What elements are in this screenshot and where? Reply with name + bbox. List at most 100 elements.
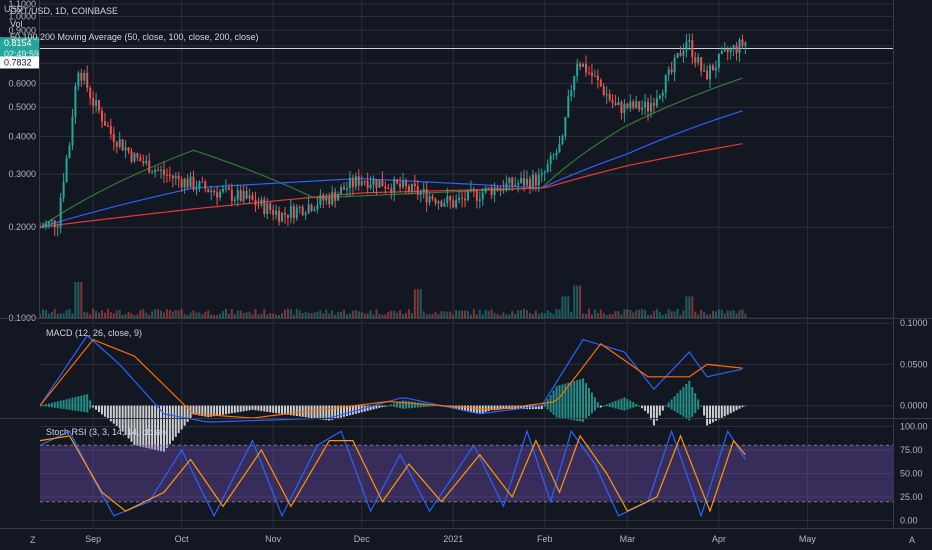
candle-body bbox=[160, 169, 163, 171]
volume-bar bbox=[168, 309, 171, 318]
volume-bar bbox=[564, 296, 567, 318]
candle-body bbox=[257, 204, 260, 206]
candle-body bbox=[552, 155, 555, 157]
volume-bar bbox=[632, 312, 635, 318]
chart-canvas[interactable]: 1.10001.00000.90000.80000.70000.60000.50… bbox=[0, 0, 932, 550]
volume-bar bbox=[281, 313, 284, 318]
macd-histogram-bar bbox=[219, 405, 222, 416]
volume-bar bbox=[611, 313, 614, 318]
macd-histogram-bar bbox=[726, 405, 729, 415]
volume-bar bbox=[661, 314, 664, 318]
candle-body bbox=[410, 183, 413, 192]
macd-histogram-bar bbox=[177, 405, 180, 434]
candle-body bbox=[546, 164, 549, 172]
candle-body bbox=[142, 161, 145, 164]
candle-body bbox=[224, 187, 227, 190]
auto-scale-button[interactable]: A bbox=[909, 535, 915, 545]
candle-body bbox=[298, 206, 301, 208]
candle-body bbox=[481, 192, 484, 200]
volume-bar bbox=[670, 311, 673, 318]
volume-bar bbox=[59, 313, 62, 318]
macd-histogram-bar bbox=[647, 405, 650, 414]
macd-histogram-bar bbox=[269, 405, 272, 413]
candle-body bbox=[168, 175, 171, 177]
volume-bar bbox=[174, 310, 177, 318]
volume-bar bbox=[100, 310, 103, 318]
volume-bar bbox=[691, 296, 694, 318]
candle-body bbox=[118, 139, 121, 147]
macd-histogram-bar bbox=[310, 405, 313, 419]
macd-histogram-bar bbox=[65, 399, 68, 410]
macd-histogram-bar bbox=[171, 405, 174, 441]
candle-body bbox=[198, 181, 201, 189]
symbol-title: OXT/USD, 1D, COINBASE bbox=[10, 6, 118, 16]
timezone-button[interactable]: Z bbox=[30, 535, 36, 545]
macd-histogram-bar bbox=[620, 398, 623, 410]
price-tick-label: 0.4000 bbox=[8, 131, 36, 141]
volume-bar bbox=[452, 314, 455, 318]
candle-body bbox=[425, 188, 428, 203]
candle-body bbox=[109, 126, 112, 134]
volume-bar bbox=[80, 282, 83, 318]
time-tick-label: Mar bbox=[620, 534, 636, 544]
macd-histogram-bar bbox=[644, 405, 647, 411]
volume-bar bbox=[682, 310, 685, 318]
volume-bar bbox=[157, 309, 160, 318]
volume-bar bbox=[461, 310, 464, 318]
volume-bar bbox=[254, 309, 257, 318]
candle-body bbox=[419, 192, 422, 195]
candle-body bbox=[511, 177, 514, 186]
candle-body bbox=[402, 180, 405, 188]
volume-bar bbox=[242, 312, 245, 318]
macd-histogram-bar bbox=[213, 405, 216, 417]
volume-bar bbox=[555, 309, 558, 318]
candle-body bbox=[139, 157, 142, 162]
candle-body bbox=[337, 194, 340, 201]
macd-histogram-bar bbox=[469, 405, 472, 413]
macd-histogram-bar bbox=[688, 380, 691, 421]
candle-body bbox=[629, 101, 632, 109]
volume-bar bbox=[151, 311, 154, 318]
candle-body bbox=[484, 187, 487, 193]
volume-bar bbox=[148, 314, 151, 318]
candle-body bbox=[216, 192, 219, 198]
candle-body bbox=[711, 65, 714, 71]
macd-histogram-bar bbox=[168, 405, 171, 445]
candle-body bbox=[658, 95, 661, 99]
volume-bar bbox=[685, 296, 688, 318]
macd-histogram-bar bbox=[106, 405, 109, 419]
time-tick-label: May bbox=[799, 534, 817, 544]
macd-histogram-bar bbox=[661, 405, 664, 411]
volume-bar bbox=[44, 310, 47, 318]
candle-body bbox=[384, 186, 387, 189]
candle-body bbox=[502, 188, 505, 191]
candle-body bbox=[381, 180, 384, 187]
price-tick-label: 0.2000 bbox=[8, 222, 36, 232]
candle-body bbox=[65, 157, 68, 182]
candle-body bbox=[605, 94, 608, 96]
candle-body bbox=[579, 63, 582, 67]
candle-body bbox=[458, 197, 461, 201]
macd-histogram-bar bbox=[493, 405, 496, 410]
volume-bar bbox=[526, 310, 529, 318]
candle-body bbox=[422, 188, 425, 193]
macd-histogram-bar bbox=[351, 405, 354, 415]
volume-bar bbox=[531, 314, 534, 318]
macd-histogram-bar bbox=[251, 405, 254, 410]
volume-bar bbox=[68, 309, 71, 318]
candle-body bbox=[62, 181, 65, 198]
candle-body bbox=[360, 181, 363, 186]
volume-bar bbox=[219, 313, 222, 318]
candle-body bbox=[331, 191, 334, 205]
macd-histogram-bar bbox=[233, 405, 236, 413]
candle-body bbox=[130, 151, 133, 162]
macd-histogram-bar bbox=[86, 394, 89, 413]
volume-bar bbox=[537, 314, 540, 318]
time-axis[interactable]: Sep Oct Nov Dec 2021 Feb Mar Apr May bbox=[0, 528, 932, 550]
candle-body bbox=[673, 57, 676, 73]
volume-bar bbox=[738, 310, 741, 318]
macd-histogram-bar bbox=[590, 392, 593, 414]
candle-body bbox=[53, 220, 56, 228]
candle-body bbox=[245, 190, 248, 199]
macd-histogram-bar bbox=[694, 393, 697, 414]
